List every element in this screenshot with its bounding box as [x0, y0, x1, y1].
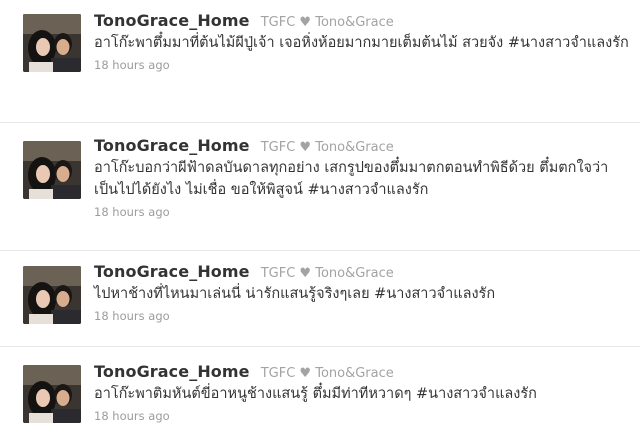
full-name: TGFC ♥ Tono&Grace	[260, 140, 394, 155]
tweet-header: TonoGrace_Home TGFC ♥ Tono&Grace	[94, 362, 632, 382]
timestamp-link[interactable]: 18 hours ago	[94, 204, 632, 220]
tweet-text: ไปหาช้างที่ไหนมาเล่นนี่ น่ารักแสนรู้จริง…	[94, 286, 496, 302]
tweet-text: อาโก๊ะพาติมหันต์ขี่อาหนูช้างแสนรู้ ตึ๋มม…	[94, 386, 537, 402]
full-name: TGFC ♥ Tono&Grace	[260, 15, 394, 30]
full-name: TGFC ♥ Tono&Grace	[260, 266, 394, 281]
tweet-text: อาโก๊ะพาตึ๋มมาที่ต้นไม้ผีปู่เจ้า เจอหิ่ง…	[94, 35, 629, 51]
tweet-item: TonoGrace_Home TGFC ♥ Tono&Grace ไปหาช้า…	[0, 251, 640, 346]
avatar-photo	[23, 365, 81, 423]
timestamp-link[interactable]: 18 hours ago	[94, 57, 632, 73]
tweet-header: TonoGrace_Home TGFC ♥ Tono&Grace	[94, 136, 632, 156]
timestamp-link[interactable]: 18 hours ago	[94, 308, 632, 324]
avatar-photo	[23, 141, 81, 199]
tweet-text: อาโก๊ะบอกว่าผีฟ้าดลบันดาลทุกอย่าง เสกรูป…	[94, 160, 609, 198]
avatar[interactable]	[23, 14, 81, 72]
tweet-header: TonoGrace_Home TGFC ♥ Tono&Grace	[94, 262, 632, 282]
tweet-header: TonoGrace_Home TGFC ♥ Tono&Grace	[94, 11, 632, 31]
avatar[interactable]	[23, 365, 81, 423]
avatar[interactable]	[23, 266, 81, 324]
full-name: TGFC ♥ Tono&Grace	[260, 366, 394, 381]
screen-name-link[interactable]: TonoGrace_Home	[94, 136, 250, 155]
timestamp-link[interactable]: 18 hours ago	[94, 408, 632, 424]
screen-name-link[interactable]: TonoGrace_Home	[94, 362, 250, 381]
avatar-photo	[23, 14, 81, 72]
screen-name-link[interactable]: TonoGrace_Home	[94, 262, 250, 281]
tweet-item: TonoGrace_Home TGFC ♥ Tono&Grace อาโก๊ะพ…	[0, 347, 640, 446]
tweet-item: TonoGrace_Home TGFC ♥ Tono&Grace อาโก๊ะพ…	[0, 0, 640, 122]
avatar[interactable]	[23, 141, 81, 199]
avatar-photo	[23, 266, 81, 324]
screen-name-link[interactable]: TonoGrace_Home	[94, 11, 250, 30]
tweet-item: TonoGrace_Home TGFC ♥ Tono&Grace อาโก๊ะบ…	[0, 123, 640, 250]
